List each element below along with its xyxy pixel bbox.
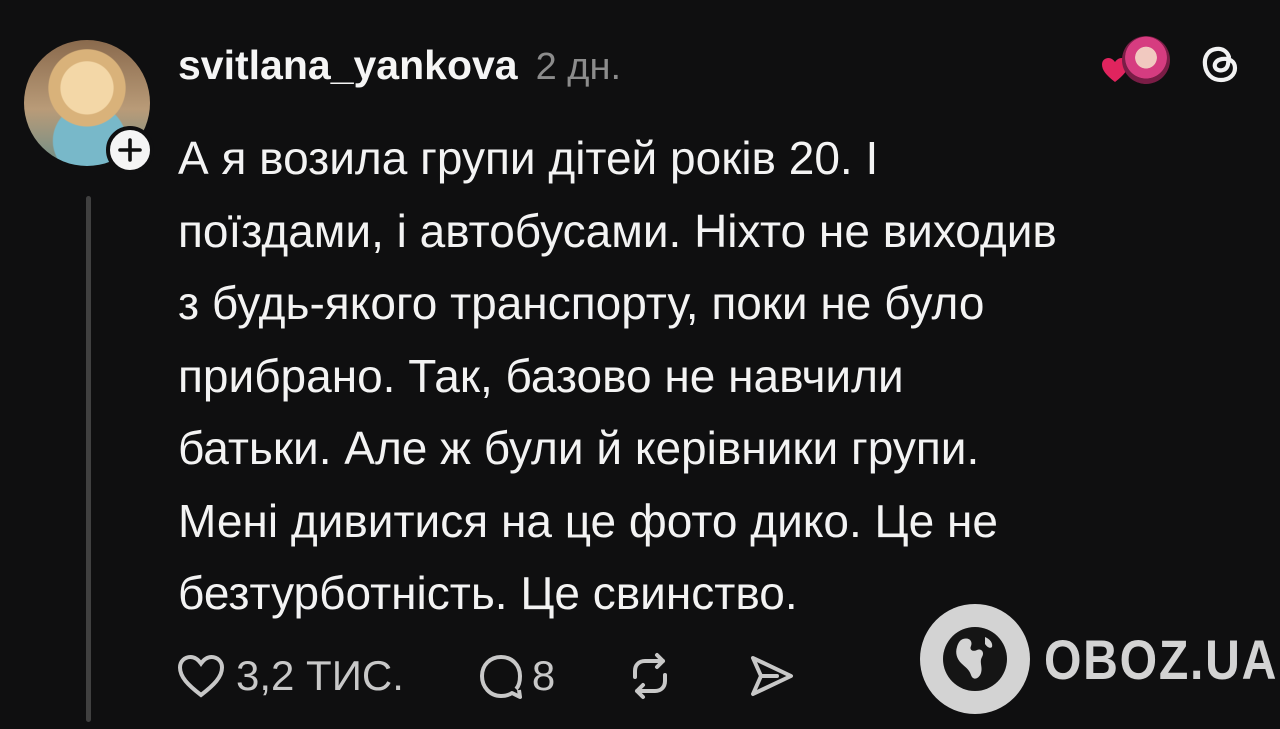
watermark-text: OBOZ.UA [1044, 627, 1279, 691]
repost-button[interactable] [625, 651, 675, 701]
watermark: OBOZ.UA [920, 604, 1280, 714]
thread-line [86, 196, 91, 722]
like-count: 3,2 ТИС. [236, 652, 404, 699]
username[interactable]: svitlana_yankova [178, 42, 518, 89]
follow-button[interactable] [106, 126, 154, 174]
send-icon [751, 656, 794, 696]
like-button[interactable]: 3,2 ТИС. [176, 652, 404, 700]
repost-icon [633, 653, 668, 699]
globe-icon [943, 627, 1007, 691]
globe-logo [920, 604, 1030, 714]
liked-by-avatar[interactable] [1122, 36, 1170, 84]
post-header: svitlana_yankova 2 дн. [178, 42, 621, 89]
share-button[interactable] [747, 652, 797, 700]
plus-icon [118, 138, 142, 162]
reply-count: 8 [531, 652, 556, 699]
comment-icon [479, 655, 522, 699]
post-text: А я возила групи дітей років 20. І поїзд… [178, 132, 1057, 619]
reply-button[interactable]: 8 [476, 652, 555, 700]
heart-outline-icon [177, 654, 225, 698]
post-time: 2 дн. [535, 46, 622, 88]
threads-logo-icon[interactable] [1196, 40, 1244, 88]
action-bar: 3,2 ТИС. 8 [176, 648, 797, 704]
